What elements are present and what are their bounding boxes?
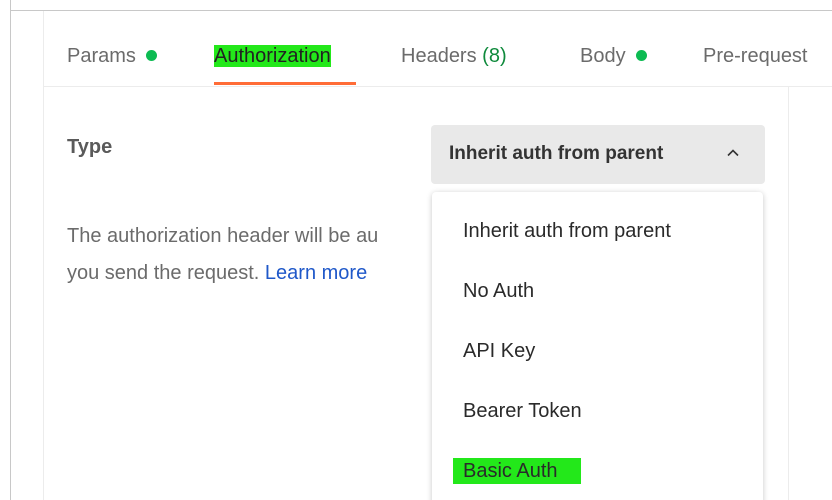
headers-count-badge: (8) [482,45,507,67]
learn-more-link[interactable]: Learn more [265,262,367,284]
menu-item-no-auth[interactable]: No Auth [463,278,534,304]
tab-pre-request-label: Pre-request [703,45,808,67]
menu-item-api-key[interactable]: API Key [463,338,535,364]
tab-body[interactable]: Body [580,43,647,69]
active-tab-indicator [214,82,356,85]
auth-type-label: Type [67,136,113,158]
tab-params-label: Params [67,45,136,67]
auth-description-line-1: The authorization header will be au [67,225,379,247]
menu-item-inherit-auth[interactable]: Inherit auth from parent [463,218,671,244]
body-status-dot [635,50,647,61]
tab-pre-request[interactable]: Pre-request [703,43,808,69]
auth-description-line-2: you send the request. [67,262,260,284]
auth-description: The authorization header will be au you … [67,218,437,292]
auth-type-dropdown-menu: Inherit auth from parent No Auth API Key… [432,192,763,500]
tab-headers-label: Headers [401,45,477,67]
auth-type-select[interactable]: Inherit auth from parent [431,125,765,184]
tab-headers[interactable]: Headers (8) [401,43,507,69]
auth-type-selected-value: Inherit auth from parent [449,143,664,164]
menu-item-basic-auth[interactable]: Basic Auth [453,458,581,484]
chevron-up-icon [727,149,739,157]
panel-divider-right [788,87,789,500]
menu-item-bearer-token[interactable]: Bearer Token [463,398,582,424]
tab-body-label: Body [580,45,626,67]
params-status-dot [145,50,157,61]
request-tabs: Params Authorization Headers (8) Body Pr… [44,11,832,87]
tab-params[interactable]: Params [67,43,157,69]
tab-authorization-label: Authorization [214,45,331,67]
window-border-left [10,0,11,500]
tab-authorization[interactable]: Authorization [214,43,331,69]
